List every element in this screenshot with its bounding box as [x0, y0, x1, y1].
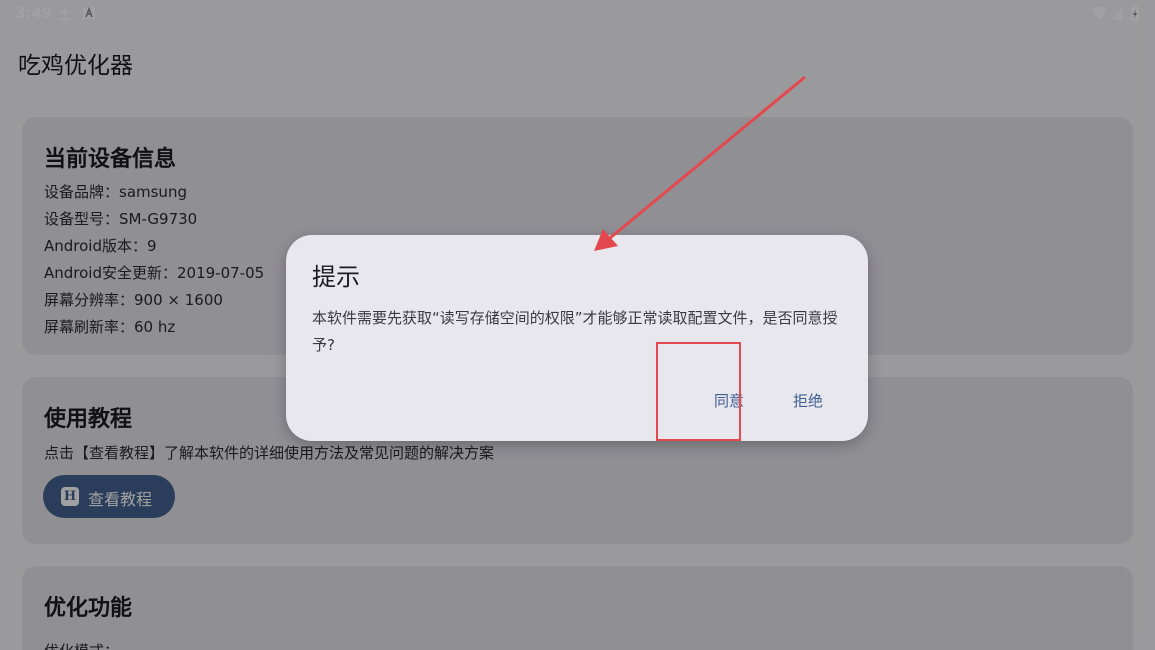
- annotation-arrow-shaft: [609, 75, 806, 240]
- annotation-arrow: [594, 75, 806, 251]
- annotation-arrow-head: [594, 229, 618, 251]
